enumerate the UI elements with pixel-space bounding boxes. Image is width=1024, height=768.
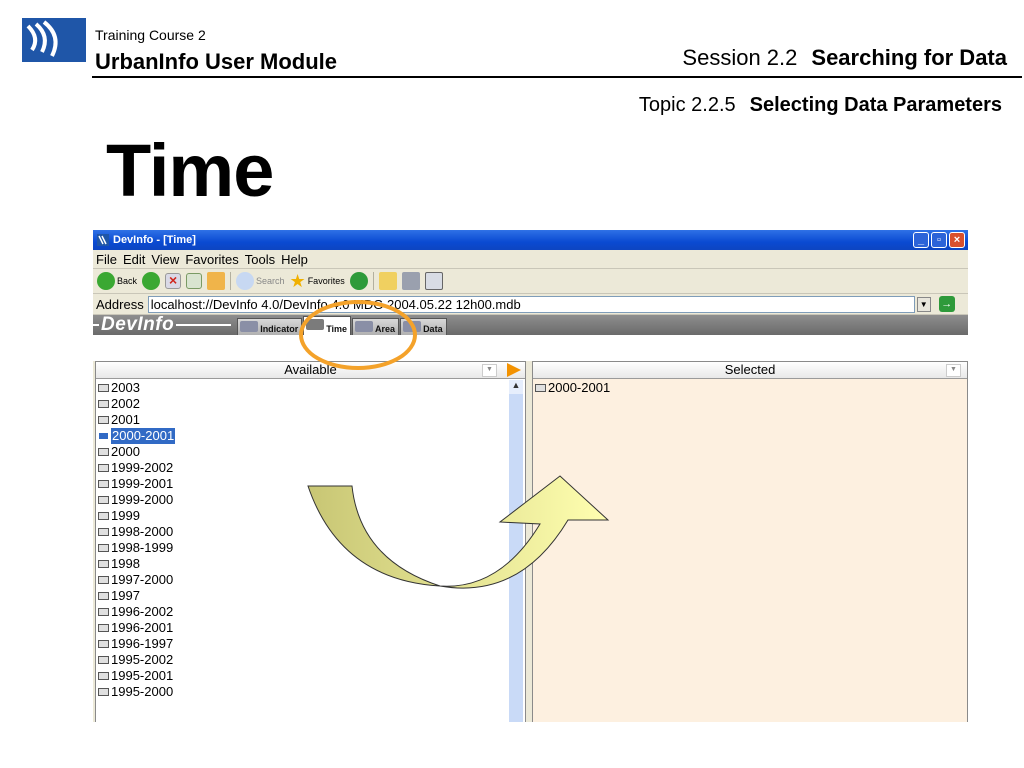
move-curved-arrow-icon [307,475,610,589]
